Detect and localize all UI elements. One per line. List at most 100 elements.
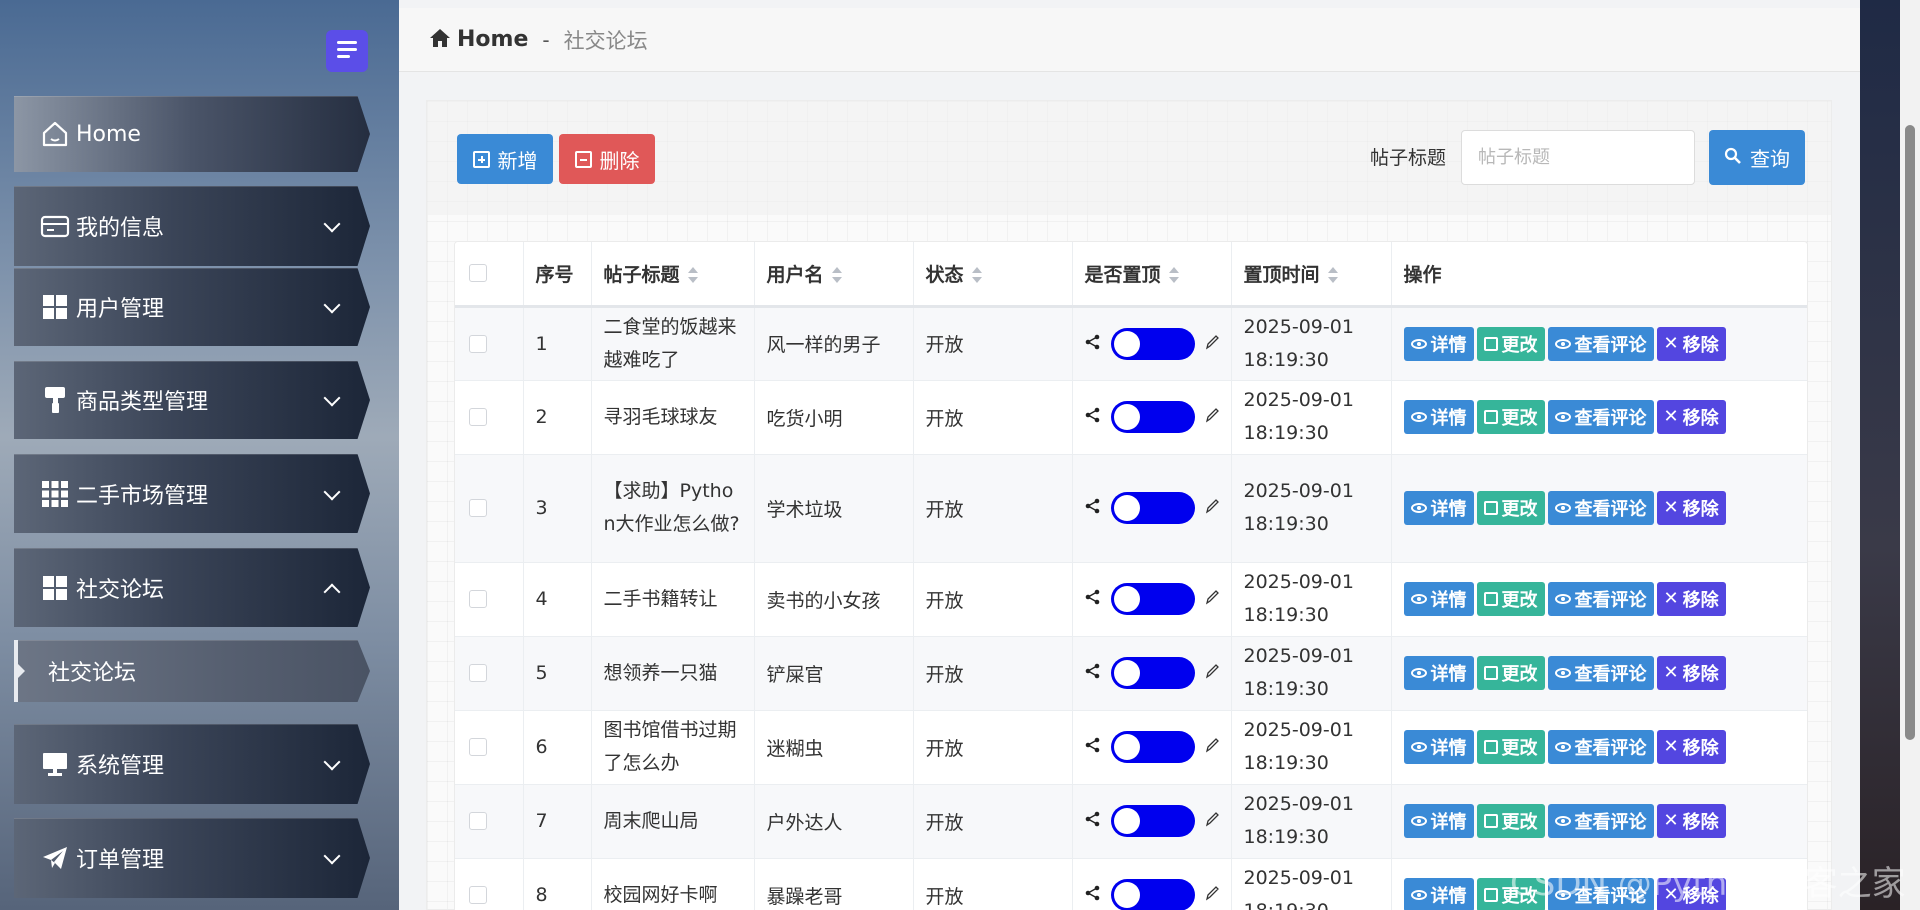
pin-toggle[interactable] (1110, 657, 1195, 689)
sidebar-item-product-type-management[interactable]: 商品类型管理 (14, 361, 370, 439)
row-checkbox[interactable] (469, 590, 487, 608)
row-number: 8 (523, 858, 592, 910)
remove-button[interactable]: ✕ 移除 (1656, 656, 1726, 690)
view-comments-button[interactable]: 查看评论 (1547, 400, 1654, 434)
pin-toggle[interactable] (1110, 401, 1195, 433)
close-icon: ✕ (1663, 810, 1679, 831)
row-select-cell[interactable] (455, 784, 524, 859)
sort-icon[interactable] (831, 267, 842, 284)
view-comments-button[interactable]: 查看评论 (1547, 730, 1654, 764)
row-select-cell[interactable] (455, 710, 524, 785)
column-header-sortable[interactable]: 帖子标题 (591, 242, 755, 308)
sort-icon[interactable] (1327, 267, 1338, 284)
sidebar-item-second-hand-market[interactable]: 二手市场管理 (14, 454, 370, 533)
remove-button[interactable]: ✕ 移除 (1656, 400, 1726, 434)
sort-icon[interactable] (687, 267, 698, 284)
column-header-sortable[interactable]: 状态 (913, 242, 1073, 308)
column-header-sortable[interactable]: 是否置顶 (1072, 242, 1232, 308)
detail-button[interactable]: 详情 (1403, 656, 1474, 690)
view-comments-button[interactable]: 查看评论 (1547, 804, 1654, 838)
row-checkbox[interactable] (469, 664, 487, 682)
edit-button[interactable]: 更改 (1476, 491, 1545, 525)
edit-button[interactable]: 更改 (1476, 730, 1545, 764)
delete-button[interactable]: 删除 (559, 134, 655, 184)
share-icon[interactable] (1085, 810, 1101, 832)
detail-button[interactable]: 详情 (1403, 730, 1474, 764)
pencil-icon[interactable] (1205, 884, 1219, 906)
row-select-cell[interactable] (455, 306, 524, 381)
sidebar-item-social-forum[interactable]: 社交论坛 (14, 548, 370, 627)
row-checkbox[interactable] (469, 812, 487, 830)
share-icon[interactable] (1085, 588, 1101, 610)
pin-toggle[interactable] (1110, 583, 1195, 615)
share-icon[interactable] (1085, 736, 1101, 758)
row-select-cell[interactable] (455, 380, 524, 455)
view-comments-button[interactable]: 查看评论 (1547, 491, 1654, 525)
sidebar-item-my-info[interactable]: 我的信息 (14, 186, 370, 266)
share-icon[interactable] (1085, 662, 1101, 684)
share-icon[interactable] (1085, 406, 1101, 428)
select-all-checkbox[interactable] (469, 264, 487, 283)
sidebar-item-user-management[interactable]: 用户管理 (14, 268, 370, 346)
detail-button[interactable]: 详情 (1403, 582, 1474, 616)
sidebar-item-system-management[interactable]: 系统管理 (14, 724, 370, 804)
sidebar-item-home[interactable]: Home (14, 96, 370, 172)
row-number: 2 (523, 380, 592, 455)
pin-toggle[interactable] (1110, 492, 1195, 524)
row-select-cell[interactable] (455, 454, 524, 563)
detail-button[interactable]: 详情 (1403, 400, 1474, 434)
row-select-cell[interactable] (455, 562, 524, 637)
select-all-cell[interactable] (455, 242, 524, 308)
edit-button[interactable]: 更改 (1476, 400, 1545, 434)
pencil-icon[interactable] (1205, 588, 1219, 610)
remove-button[interactable]: ✕ 移除 (1656, 804, 1726, 838)
view-comments-button[interactable]: 查看评论 (1547, 326, 1654, 361)
detail-button[interactable]: 详情 (1403, 804, 1474, 838)
row-checkbox[interactable] (469, 499, 487, 517)
pencil-icon[interactable] (1205, 497, 1219, 519)
pin-toggle[interactable] (1110, 731, 1195, 763)
add-button[interactable]: 新增 (457, 134, 553, 184)
edit-button[interactable]: 更改 (1476, 804, 1545, 838)
pencil-icon[interactable] (1205, 333, 1219, 355)
edit-button[interactable]: 更改 (1476, 582, 1545, 616)
edit-button[interactable]: 更改 (1476, 656, 1545, 690)
breadcrumb-home-link[interactable]: Home (457, 27, 528, 52)
pencil-icon[interactable] (1205, 736, 1219, 758)
share-icon[interactable] (1085, 497, 1101, 519)
remove-button[interactable]: ✕ 移除 (1656, 582, 1726, 616)
row-checkbox[interactable] (469, 886, 487, 904)
pencil-icon[interactable] (1205, 662, 1219, 684)
menu-toggle-button[interactable] (326, 30, 368, 72)
sidebar-item-order-management[interactable]: 订单管理 (14, 818, 370, 898)
pin-toggle[interactable] (1110, 327, 1195, 360)
scrollbar-thumb[interactable] (1905, 125, 1915, 740)
sort-icon[interactable] (1168, 267, 1179, 284)
share-icon[interactable] (1085, 884, 1101, 906)
sidebar-subitem-social-forum[interactable]: 社交论坛 (14, 640, 370, 702)
view-comments-button[interactable]: 查看评论 (1547, 582, 1654, 616)
row-checkbox[interactable] (469, 334, 487, 353)
remove-button[interactable]: ✕ 移除 (1656, 326, 1726, 361)
pencil-icon[interactable] (1205, 406, 1219, 428)
detail-button[interactable]: 详情 (1403, 491, 1474, 525)
row-checkbox[interactable] (469, 738, 487, 756)
query-button[interactable]: 查询 (1709, 130, 1805, 185)
column-header-sortable[interactable]: 置顶时间 (1231, 242, 1392, 308)
row-checkbox[interactable] (469, 408, 487, 426)
sort-icon[interactable] (971, 267, 982, 284)
row-select-cell[interactable] (455, 858, 524, 910)
remove-button[interactable]: ✕ 移除 (1656, 730, 1726, 764)
share-icon[interactable] (1085, 333, 1101, 355)
pencil-icon[interactable] (1205, 810, 1219, 832)
detail-button[interactable]: 详情 (1403, 326, 1474, 361)
pin-toggle[interactable] (1110, 879, 1195, 910)
remove-button[interactable]: ✕ 移除 (1656, 491, 1726, 525)
edit-button[interactable]: 更改 (1476, 326, 1545, 361)
row-select-cell[interactable] (455, 636, 524, 711)
column-header-sortable[interactable]: 用户名 (754, 242, 914, 308)
detail-button[interactable]: 详情 (1403, 878, 1474, 910)
view-comments-button[interactable]: 查看评论 (1547, 656, 1654, 690)
pin-toggle[interactable] (1110, 805, 1195, 837)
search-input[interactable] (1461, 130, 1695, 185)
